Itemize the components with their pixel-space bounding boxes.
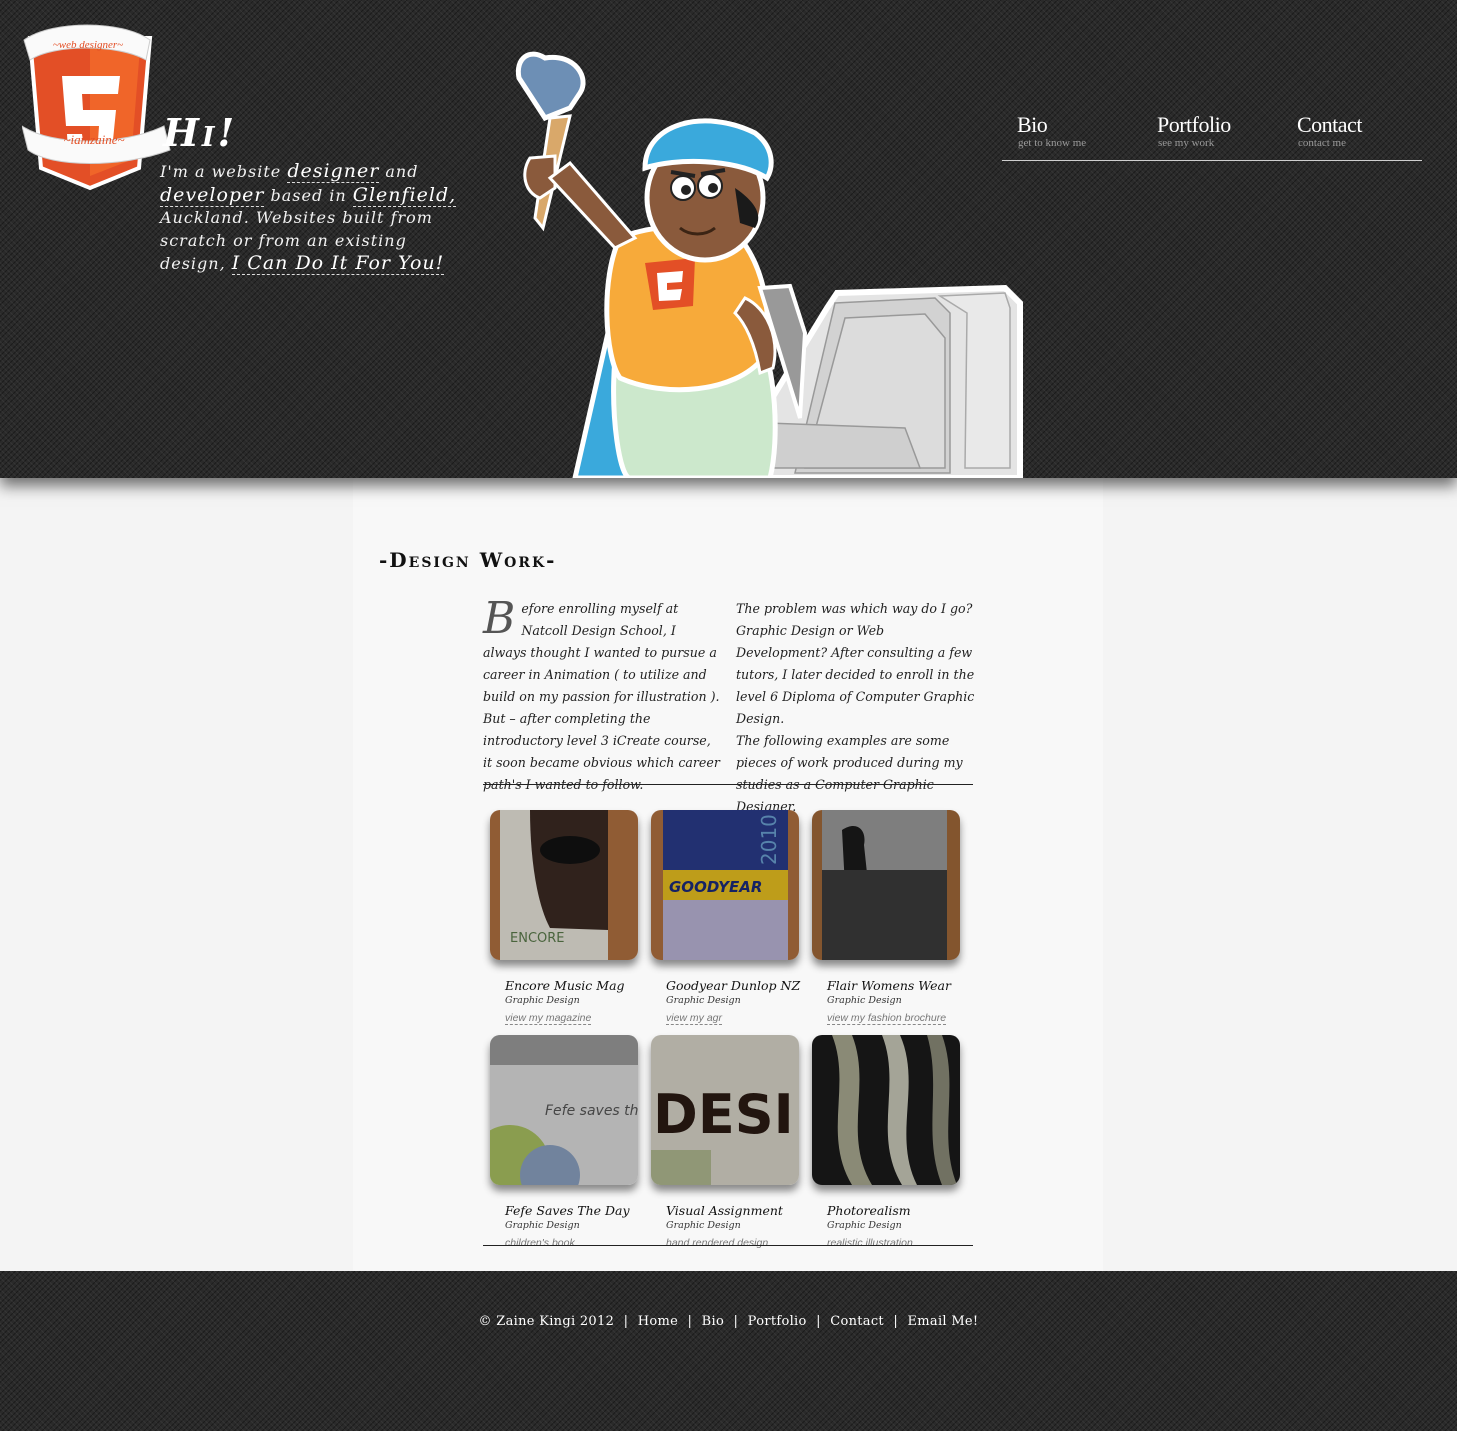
work-caption: children's book — [505, 1237, 575, 1249]
work-card-visual: DESI Visual Assignment Graphic Design ha… — [651, 1035, 799, 1250]
footer-home-link[interactable]: Home — [638, 1314, 678, 1329]
separator: | — [687, 1314, 693, 1329]
drop-cap: B — [483, 593, 516, 644]
footer-contact-link[interactable]: Contact — [830, 1314, 884, 1329]
work-caption: realistic illustration — [827, 1237, 913, 1249]
nav-bio[interactable]: Bio get to know me — [1017, 112, 1087, 149]
work-card-photorealism: Photorealism Graphic Design realistic il… — [812, 1035, 960, 1250]
work-category: Graphic Design — [505, 995, 580, 1006]
work-category: Graphic Design — [666, 995, 741, 1006]
intro-paragraph: The problem was which way do I go? Graph… — [736, 601, 975, 726]
intro-text: I'm a website designer and developer bas… — [160, 160, 460, 276]
thumb-text: GOODYEAR — [669, 878, 762, 896]
footer-portfolio-link[interactable]: Portfolio — [748, 1314, 807, 1329]
separator: | — [623, 1314, 629, 1329]
nav-portfolio[interactable]: Portfolio see my work — [1157, 112, 1231, 149]
site-header: ~web designer~ ~iamzaine~ Hi! I'm a webs… — [0, 0, 1457, 478]
work-category: Graphic Design — [827, 995, 902, 1006]
site-footer: © Zaine Kingi 2012 | Home | Bio | Portfo… — [0, 1271, 1457, 1431]
nav-subtitle: see my work — [1158, 137, 1215, 149]
work-link[interactable]: view my magazine — [505, 1012, 592, 1025]
thumbnail-photorealism[interactable] — [812, 1035, 960, 1185]
nav-subtitle: contact me — [1298, 137, 1346, 149]
divider — [483, 1245, 973, 1246]
thumb-year: 2010 — [757, 814, 781, 865]
work-category: Graphic Design — [666, 1220, 741, 1231]
nav-label: Bio — [1017, 112, 1048, 137]
work-title: Encore Music Mag — [505, 978, 625, 993]
divider — [483, 784, 973, 785]
intro-paragraph: efore enrolling myself at Natcoll Design… — [483, 601, 720, 792]
section-title: -Design Work- — [379, 548, 557, 572]
work-category: Graphic Design — [505, 1220, 580, 1231]
main-nav: Bio get to know me Portfolio see my work… — [1002, 112, 1422, 161]
thumbnail-encore[interactable]: ENCORE — [490, 810, 638, 960]
work-card-fefe: Fefe saves the day Fefe Saves The Day Gr… — [470, 1035, 678, 1250]
thumbnail-fefe[interactable]: Fefe saves the day — [470, 1035, 678, 1205]
main-content: -Design Work- Before enrolling myself at… — [353, 478, 1103, 1271]
work-title: Photorealism — [827, 1203, 911, 1218]
separator: | — [733, 1314, 739, 1329]
ribbon-bottom-text: ~iamzaine~ — [63, 132, 124, 147]
cta-link[interactable]: I Can Do It For You! — [231, 252, 445, 275]
nav-label: Portfolio — [1157, 112, 1231, 137]
work-card-goodyear: GOODYEAR 2010 Goodyear Dunlop NZ Graphic… — [651, 810, 801, 1025]
copyright: © Zaine Kingi 2012 — [478, 1314, 615, 1329]
intro-part: and — [379, 162, 419, 181]
separator: | — [893, 1314, 899, 1329]
work-title: Goodyear Dunlop NZ — [666, 978, 801, 993]
footer-bio-link[interactable]: Bio — [702, 1314, 724, 1329]
thumbnail-goodyear[interactable]: GOODYEAR 2010 — [651, 810, 799, 960]
thumbnail-flair[interactable] — [812, 810, 960, 960]
footer-links: © Zaine Kingi 2012 | Home | Bio | Portfo… — [0, 1314, 1457, 1329]
designer-link[interactable]: designer — [287, 160, 380, 183]
work-title: Fefe Saves The Day — [505, 1203, 630, 1218]
nav-contact[interactable]: Contact contact me — [1297, 112, 1362, 149]
work-card-flair: Flair Womens Wear Graphic Design view my… — [812, 810, 960, 1025]
work-caption: hand rendered design — [666, 1237, 769, 1249]
work-link[interactable]: view my agr — [666, 1012, 723, 1025]
nav-subtitle: get to know me — [1018, 137, 1087, 149]
intro-part: based in — [264, 185, 353, 205]
work-category: Graphic Design — [827, 1220, 902, 1231]
glenfield-link[interactable]: Glenfield, — [352, 183, 457, 207]
html5-logo[interactable]: ~web designer~ ~iamzaine~ — [22, 18, 172, 193]
work-title: Visual Assignment — [666, 1203, 783, 1218]
ribbon-top-text: ~web designer~ — [53, 39, 123, 51]
work-link[interactable]: view my fashion brochure — [827, 1012, 947, 1025]
intro-part: I'm a website — [160, 162, 288, 181]
work-title: Flair Womens Wear — [827, 978, 951, 993]
mascot-illustration — [515, 51, 1023, 478]
nav-label: Contact — [1297, 112, 1362, 137]
intro-paragraph: The following examples are some pieces o… — [736, 733, 963, 814]
thumb-text: DESI — [653, 1083, 794, 1146]
developer-link[interactable]: developer — [160, 183, 265, 207]
intro-column-right: The problem was which way do I go? Graph… — [736, 598, 976, 818]
separator: | — [816, 1314, 821, 1329]
thumbnail-visual[interactable]: DESI — [651, 1035, 799, 1185]
greeting-heading: Hi! — [163, 110, 238, 155]
footer-email-link[interactable]: Email Me! — [908, 1314, 979, 1329]
work-card-encore: ENCORE Encore Music Mag Graphic Design v… — [490, 810, 638, 1025]
intro-column-left: Before enrolling myself at Natcoll Desig… — [483, 593, 721, 796]
thumb-text: ENCORE — [510, 931, 565, 946]
thumb-text: Fefe saves the day — [545, 1103, 638, 1119]
